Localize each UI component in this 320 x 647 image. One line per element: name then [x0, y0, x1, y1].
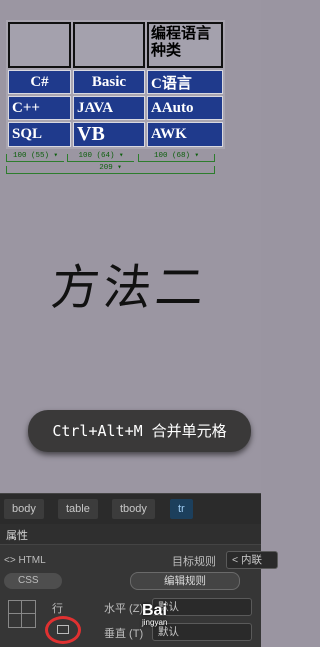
tag-table[interactable]: table: [58, 499, 98, 519]
table-header-cell[interactable]: 编程语言种类: [147, 22, 223, 68]
table-cell[interactable]: VB: [73, 122, 145, 147]
table-cell[interactable]: SQL: [8, 122, 71, 147]
tag-body[interactable]: body: [4, 499, 44, 519]
languages-table[interactable]: 编程语言种类 C# Basic C语言 C++ JAVA AAuto SQL V…: [6, 20, 225, 149]
table-cell[interactable]: AWK: [147, 122, 223, 147]
merge-cells-button[interactable]: [45, 616, 81, 644]
ruler-tick: [214, 166, 215, 174]
edit-rule-button[interactable]: 编辑规则: [130, 572, 240, 590]
target-rule-select[interactable]: < 内联: [226, 551, 278, 569]
row-label: 行: [52, 603, 63, 615]
vertical-align-label: 垂直 (T): [104, 628, 144, 640]
table-width-label[interactable]: 209 ▾: [7, 163, 214, 174]
properties-panel: <> HTML CSS 目标规则 < 内联 编辑规则 行 水平 (Z) 默认 垂…: [0, 545, 278, 647]
table-row[interactable]: SQL VB AWK: [8, 122, 223, 147]
table-header-cell[interactable]: [8, 22, 71, 68]
table-cell[interactable]: Basic: [73, 70, 145, 94]
ruler-tick: [214, 154, 215, 162]
table-cell[interactable]: C语言: [147, 70, 223, 94]
column-width-label[interactable]: 100 (55) ▾: [7, 151, 64, 162]
tag-tbody[interactable]: tbody: [112, 499, 155, 519]
column-width-label[interactable]: 100 (64) ▾: [68, 151, 134, 162]
horizontal-align-label: 水平 (Z): [104, 603, 144, 615]
watermark-brand: Bai: [142, 602, 167, 619]
table-width-ruler[interactable]: 209 ▾: [6, 163, 215, 177]
watermark-sub: jingyan: [142, 618, 168, 627]
design-view: 编程语言种类 C# Basic C语言 C++ JAVA AAuto SQL V…: [0, 0, 261, 493]
table-row[interactable]: C# Basic C语言: [8, 70, 223, 94]
tag-tr[interactable]: tr: [170, 499, 193, 519]
column-width-label[interactable]: 100 (68) ▾: [139, 151, 214, 162]
method-heading: 方法二: [48, 260, 211, 316]
table-cell-icon: [8, 600, 36, 628]
table-row[interactable]: C++ JAVA AAuto: [8, 96, 223, 120]
target-rule-label: 目标规则: [172, 556, 216, 568]
html-toggle[interactable]: <> HTML: [4, 553, 60, 569]
table-header-row[interactable]: 编程语言种类: [8, 22, 223, 68]
table-header-cell[interactable]: [73, 22, 145, 68]
table-cell[interactable]: AAuto: [147, 96, 223, 120]
tag-selector-bar: body table tbody tr: [0, 493, 261, 524]
table-cell[interactable]: C#: [8, 70, 71, 94]
watermark: Bai jingyan: [142, 602, 167, 627]
shortcut-hint-banner: Ctrl+Alt+M 合并单元格: [28, 410, 251, 452]
merge-cells-icon: [57, 625, 69, 634]
properties-title: 属性: [6, 530, 28, 542]
table-cell[interactable]: JAVA: [73, 96, 145, 120]
table-cell[interactable]: C++: [8, 96, 71, 120]
properties-panel-header: 属性: [0, 524, 261, 545]
css-toggle[interactable]: CSS: [4, 573, 62, 589]
